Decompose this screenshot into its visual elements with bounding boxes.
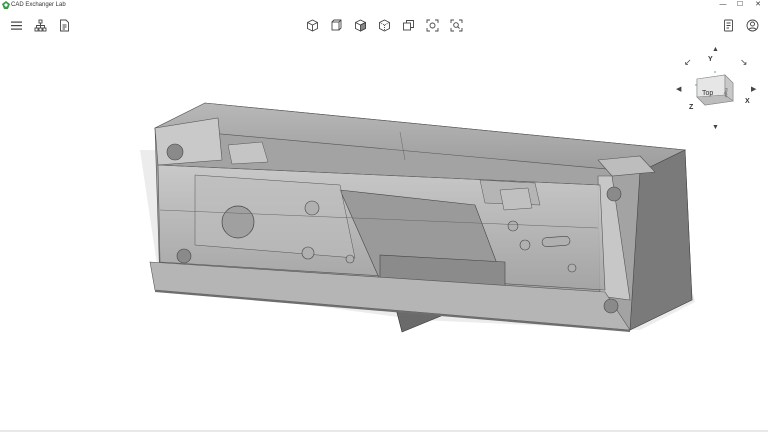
rotate-up-icon[interactable]: ▲ <box>712 46 719 54</box>
app-title: CAD Exchanger Lab <box>11 2 66 8</box>
document-properties-icon <box>59 19 69 31</box>
structure-tree-icon <box>34 19 46 31</box>
rotate-down-icon[interactable]: ▼ <box>712 124 719 132</box>
pin-hole-4 <box>507 220 519 232</box>
front-view-icon <box>331 19 341 30</box>
isometric-view-icon <box>306 18 318 32</box>
structure-tree-button[interactable] <box>31 16 49 34</box>
minimize-button[interactable]: — <box>714 0 732 10</box>
pin-hole-1 <box>304 200 320 216</box>
bottom-right-hole <box>603 298 619 314</box>
title-bar: CAD Exchanger Lab — ☐ ✕ <box>0 0 768 10</box>
notes-button[interactable] <box>719 16 737 34</box>
section-view-button[interactable] <box>399 16 417 34</box>
menu-icon <box>10 21 22 30</box>
zoom-area-button[interactable] <box>447 16 465 34</box>
rotate-ccw-icon[interactable]: ↙ <box>684 58 692 67</box>
y-axis-label: Y <box>708 56 713 63</box>
view-cube-box[interactable] <box>695 71 735 107</box>
menu-button[interactable] <box>7 16 25 34</box>
maximize-button[interactable]: ☐ <box>731 0 749 10</box>
fit-all-icon <box>426 19 438 31</box>
pin-hole-5 <box>519 239 531 251</box>
section-view-icon <box>402 19 414 30</box>
pin-hole-2 <box>301 246 315 260</box>
rotate-cw-icon[interactable]: ↘ <box>740 58 748 67</box>
z-axis-label: Z <box>689 104 694 111</box>
front-view-button[interactable] <box>327 16 345 34</box>
locator-block-2 <box>499 187 533 211</box>
slot <box>541 236 571 247</box>
rotate-right-icon[interactable]: ▶ <box>751 86 756 94</box>
left-insert <box>194 174 356 259</box>
close-button[interactable]: ✕ <box>749 0 767 10</box>
x-axis-label: X <box>745 98 750 105</box>
3d-viewport[interactable] <box>0 40 768 432</box>
right-bolt-hole <box>606 186 622 202</box>
large-bore <box>221 205 255 239</box>
shaded-view-icon <box>354 18 366 32</box>
cad-model[interactable] <box>0 40 768 432</box>
view-cube-side-label: Right <box>724 88 729 98</box>
account-icon <box>746 19 758 31</box>
account-button[interactable] <box>743 16 761 34</box>
pin-hole-3 <box>345 254 355 264</box>
wireframe-view-button[interactable] <box>375 16 393 34</box>
app-logo-icon <box>2 1 10 9</box>
zoom-area-icon <box>450 19 462 31</box>
document-properties-button[interactable] <box>55 16 73 34</box>
bottom-left-hole <box>176 248 192 264</box>
wireframe-view-icon <box>378 18 390 32</box>
locator-block <box>227 141 269 165</box>
pin-hole-6 <box>567 263 577 273</box>
rotate-left-icon[interactable]: ◀ <box>676 86 681 94</box>
shaded-view-button[interactable] <box>351 16 369 34</box>
view-cube[interactable]: ▲ ▼ ◀ ▶ ↙ ↘ Y X Z Top Right <box>676 44 758 134</box>
notes-icon <box>723 19 733 31</box>
fit-all-button[interactable] <box>423 16 441 34</box>
left-bolt-hole <box>166 143 184 161</box>
isometric-view-button[interactable] <box>303 16 321 34</box>
